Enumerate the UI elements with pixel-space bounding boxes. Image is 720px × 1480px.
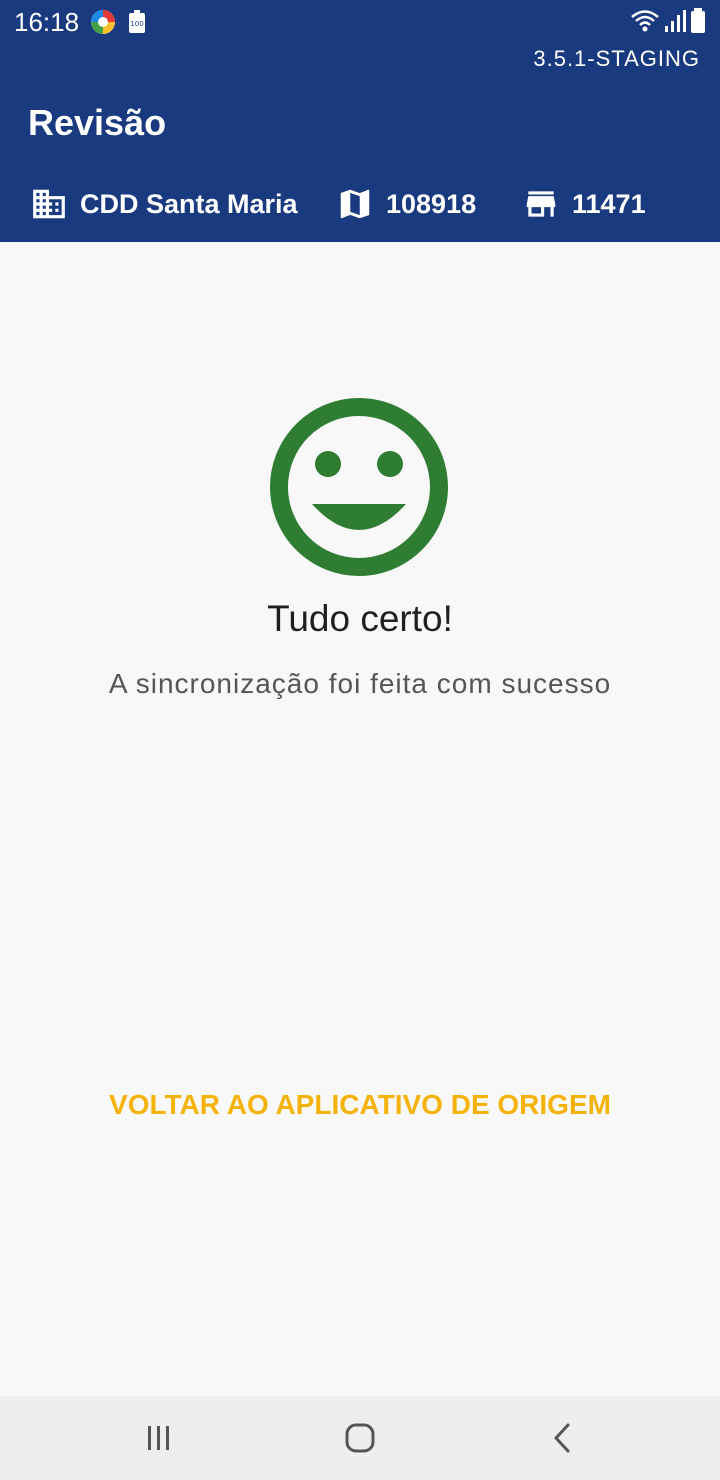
status-time: 16:18 [14,7,80,37]
store-label: 11471 [572,188,646,219]
back-icon [554,1423,570,1453]
map-label: 108918 [386,188,477,219]
home-button[interactable] [337,1416,383,1460]
signal-icon [665,10,686,32]
battery-small-text: 100 [130,20,143,28]
info-row: CDD Santa Maria 108918 11471 [0,180,720,228]
home-icon [345,1423,375,1453]
smiley-icon [270,398,448,576]
app-header: 16:18 100 3.5.1-STAGING Revisão CDD Sant… [0,0,720,242]
page-title: Revisão [28,102,167,143]
battery-small-icon: 100 [129,10,145,33]
map-icon [340,189,370,219]
status-bar: 16:18 100 [0,0,720,44]
navigation-bar [0,1396,720,1480]
back-to-origin-button[interactable]: VOLTAR AO APLICATIVO DE ORIGEM [60,1080,660,1130]
battery-icon [691,8,705,33]
info-cdd: CDD Santa Maria [30,180,298,228]
version-label: 3.5.1-STAGING [533,46,700,71]
app-icon [91,10,115,34]
result-message: A sincronização foi feita com sucesso [108,668,612,699]
recent-apps-icon [148,1426,169,1450]
back-button[interactable] [540,1416,586,1460]
info-map: 108918 [336,180,476,228]
info-store: 11471 [522,180,646,228]
store-icon [526,191,556,217]
recent-apps-button[interactable] [136,1416,182,1460]
cdd-label: CDD Santa Maria [80,188,298,219]
wifi-icon [631,10,659,32]
building-icon [33,189,65,219]
result-title: Tudo certo! [267,598,453,639]
